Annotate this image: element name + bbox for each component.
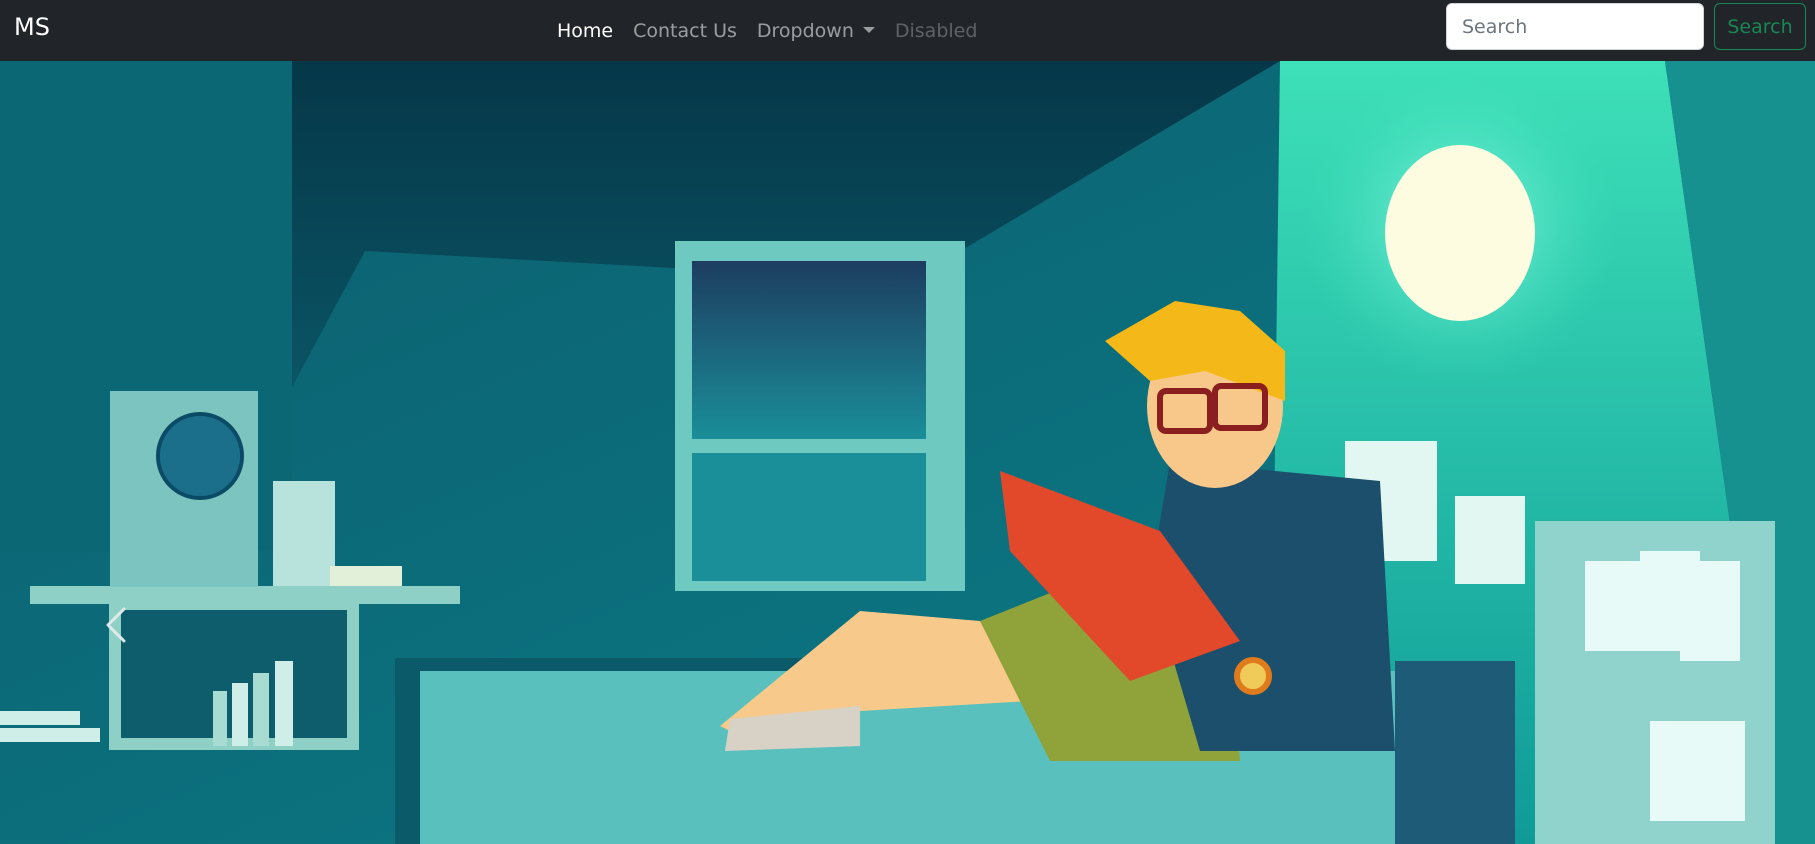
wall-note (1455, 496, 1525, 584)
search-button[interactable]: Search (1714, 3, 1806, 50)
top-navbar: MS Home Contact Us Dropdown Disabled Sea… (0, 0, 1815, 61)
carousel-slide (0, 61, 1815, 844)
desk-book (330, 566, 402, 586)
book (0, 728, 100, 742)
nav-dropdown-label: Dropdown (756, 19, 854, 42)
nav-links: Home Contact Us Dropdown Disabled (557, 0, 997, 61)
book (232, 683, 248, 746)
book (213, 691, 227, 746)
carousel-prev-button[interactable] (88, 582, 148, 668)
search-input[interactable] (1446, 3, 1704, 50)
room-illustration (0, 61, 1815, 844)
nav-link-home[interactable]: Home (557, 18, 613, 44)
character-watch (1234, 657, 1272, 695)
brand-logo[interactable]: MS (14, 12, 50, 42)
pencil-cup (273, 481, 335, 586)
nav-link-disabled: Disabled (894, 19, 978, 42)
pinned-note (1585, 561, 1645, 651)
book (275, 661, 293, 746)
book (0, 711, 80, 725)
nav-dropdown-toggle[interactable]: Dropdown (757, 18, 875, 44)
book (253, 673, 269, 746)
pinned-note (1680, 561, 1740, 661)
wall-lamp (1385, 145, 1535, 321)
nav-link-contact[interactable]: Contact Us (633, 18, 737, 44)
speaker-cone (156, 412, 244, 500)
window-pane-top (692, 261, 926, 439)
pinned-note (1650, 721, 1745, 821)
bed-post (1395, 661, 1515, 844)
chevron-left-icon (106, 607, 126, 643)
caret-down-icon (862, 26, 875, 33)
window-pane-bottom (692, 453, 926, 581)
